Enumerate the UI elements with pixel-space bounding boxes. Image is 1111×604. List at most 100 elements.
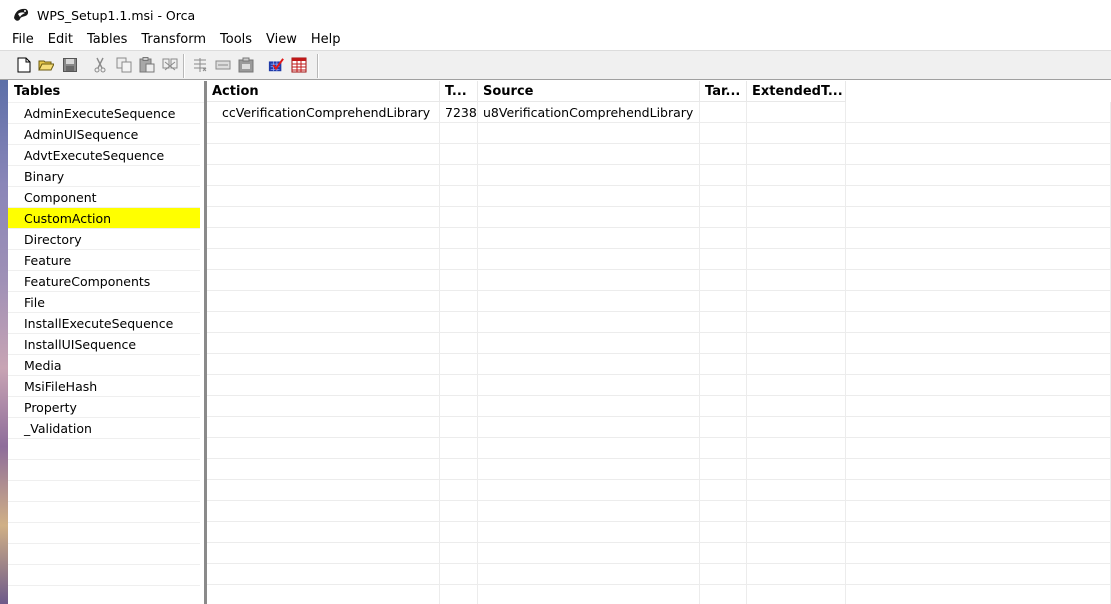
table-row[interactable] xyxy=(207,438,1111,459)
grid-cell[interactable] xyxy=(700,228,747,249)
grid-cell[interactable] xyxy=(440,417,478,438)
grid-cell[interactable] xyxy=(478,123,700,144)
table-list-item[interactable]: Media xyxy=(8,355,200,376)
grid-cell[interactable] xyxy=(846,165,1111,186)
menu-transform[interactable]: Transform xyxy=(134,30,213,50)
copy-icon[interactable] xyxy=(116,57,132,73)
grid-cell[interactable] xyxy=(478,480,700,501)
table-row[interactable] xyxy=(207,354,1111,375)
grid-cell[interactable] xyxy=(207,312,440,333)
grid-cell[interactable] xyxy=(478,585,700,604)
table-row[interactable] xyxy=(207,564,1111,585)
grid-cell[interactable] xyxy=(700,396,747,417)
grid-cell[interactable] xyxy=(440,291,478,312)
grid-cell[interactable] xyxy=(846,480,1111,501)
table-list-item[interactable]: CustomAction xyxy=(8,208,200,229)
table-list-item[interactable]: Property xyxy=(8,397,200,418)
grid-cell[interactable] xyxy=(207,354,440,375)
grid-cell[interactable] xyxy=(440,354,478,375)
grid-cell[interactable] xyxy=(747,228,846,249)
paste-icon[interactable] xyxy=(139,57,155,73)
cut-icon[interactable] xyxy=(92,57,108,73)
grid-cell[interactable] xyxy=(747,564,846,585)
grid-cell[interactable] xyxy=(846,123,1111,144)
table-row[interactable]: ccVerificationComprehendLibrary 7238 u8Ver… xyxy=(207,102,1111,123)
grid-cell[interactable] xyxy=(207,564,440,585)
grid-cell[interactable] xyxy=(846,270,1111,291)
grid-cell[interactable] xyxy=(207,585,440,604)
grid-cell[interactable] xyxy=(207,375,440,396)
grid-cell[interactable] xyxy=(207,270,440,291)
grid-cell[interactable] xyxy=(207,123,440,144)
grid-cell[interactable] xyxy=(700,102,747,123)
grid-cell[interactable] xyxy=(440,375,478,396)
table-row[interactable] xyxy=(207,165,1111,186)
table-row[interactable] xyxy=(207,480,1111,501)
grid-cell[interactable] xyxy=(440,228,478,249)
grid-cell[interactable] xyxy=(700,249,747,270)
grid-cell[interactable] xyxy=(478,564,700,585)
table-row[interactable] xyxy=(207,228,1111,249)
grid-cell[interactable] xyxy=(747,270,846,291)
grid-cell[interactable] xyxy=(846,228,1111,249)
grid-cell[interactable] xyxy=(700,144,747,165)
grid-cell[interactable] xyxy=(700,333,747,354)
table-row[interactable] xyxy=(207,459,1111,480)
grid-cell[interactable] xyxy=(440,564,478,585)
grid-cell[interactable] xyxy=(207,228,440,249)
table-icon[interactable] xyxy=(291,57,307,73)
table-list-item[interactable]: AdvtExecuteSequence xyxy=(8,145,200,166)
grid-cell[interactable] xyxy=(207,501,440,522)
grid-cell[interactable] xyxy=(747,438,846,459)
table-row[interactable] xyxy=(207,270,1111,291)
grid-cell[interactable] xyxy=(478,354,700,375)
table-list-item[interactable]: AdminExecuteSequence xyxy=(8,103,200,124)
grid-cell[interactable] xyxy=(207,459,440,480)
grid-cell[interactable] xyxy=(700,480,747,501)
grid-cell[interactable] xyxy=(440,438,478,459)
grid-cell[interactable] xyxy=(478,291,700,312)
grid-cell[interactable] xyxy=(440,270,478,291)
new-icon[interactable] xyxy=(16,57,32,73)
table-row[interactable] xyxy=(207,123,1111,144)
grid-cell[interactable] xyxy=(700,270,747,291)
grid-cell[interactable] xyxy=(207,438,440,459)
table-row[interactable] xyxy=(207,522,1111,543)
table-row[interactable] xyxy=(207,249,1111,270)
grid-cell[interactable] xyxy=(700,522,747,543)
grid-cell[interactable] xyxy=(700,585,747,604)
grid-cell[interactable] xyxy=(478,270,700,291)
table-row[interactable] xyxy=(207,312,1111,333)
grid-cell[interactable] xyxy=(478,207,700,228)
grid-cell[interactable] xyxy=(440,459,478,480)
grid-cell[interactable] xyxy=(700,312,747,333)
grid-cell[interactable] xyxy=(207,480,440,501)
validate-icon[interactable] xyxy=(268,57,284,73)
grid-cell[interactable] xyxy=(207,522,440,543)
table-list-item[interactable]: Directory xyxy=(8,229,200,250)
grid-cell[interactable] xyxy=(846,543,1111,564)
grid-cell[interactable] xyxy=(207,291,440,312)
grid-cell[interactable] xyxy=(478,438,700,459)
grid-cell[interactable] xyxy=(747,480,846,501)
grid-cell[interactable] xyxy=(440,396,478,417)
grid-cell[interactable] xyxy=(846,144,1111,165)
table-row[interactable] xyxy=(207,417,1111,438)
table-list-item[interactable]: InstallExecuteSequence xyxy=(8,313,200,334)
column-header[interactable]: ExtendedT... xyxy=(747,81,846,102)
table-row[interactable] xyxy=(207,396,1111,417)
grid-cell[interactable]: u8VerificationComprehendLibrary xyxy=(478,102,700,123)
grid-cell[interactable] xyxy=(440,501,478,522)
grid-cell[interactable] xyxy=(478,522,700,543)
grid-cell[interactable] xyxy=(440,144,478,165)
grid-cell[interactable] xyxy=(700,354,747,375)
grid-cell[interactable] xyxy=(846,585,1111,604)
grid-cell[interactable] xyxy=(846,333,1111,354)
table-row[interactable] xyxy=(207,543,1111,564)
grid-cell[interactable] xyxy=(747,333,846,354)
table-list-item[interactable]: File xyxy=(8,292,200,313)
grid-cell[interactable] xyxy=(700,207,747,228)
grid-cell[interactable] xyxy=(846,522,1111,543)
grid-cell[interactable]: ccVerificationComprehendLibrary xyxy=(207,102,440,123)
drop-row-icon[interactable] xyxy=(215,57,231,73)
